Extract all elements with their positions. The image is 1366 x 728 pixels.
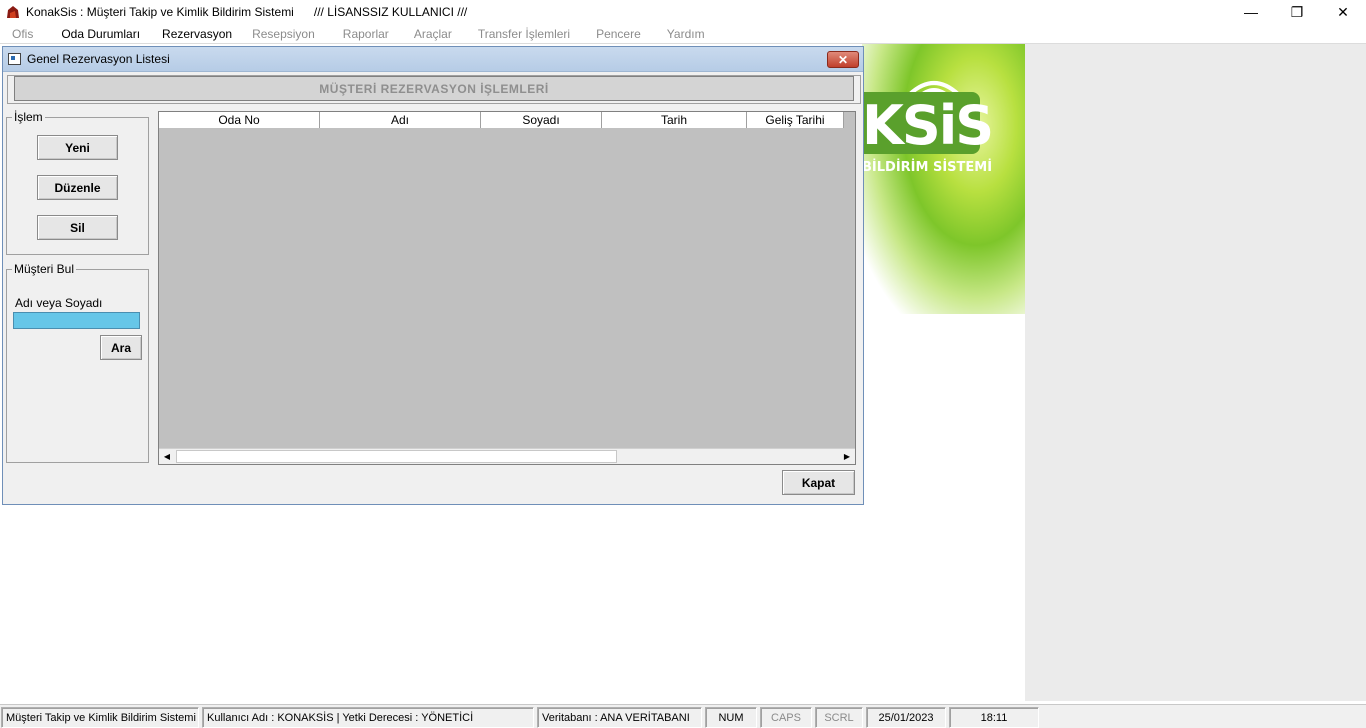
window-title: KonakSis : Müşteri Takip ve Kimlik Bildi…	[26, 5, 294, 19]
status-user: Kullanıcı Adı : KONAKSİS | Yetki Dereces…	[202, 707, 534, 728]
menu-raporlar[interactable]: Raporlar	[333, 27, 399, 41]
status-scrl: SCRL	[815, 707, 863, 728]
status-bar: Müşteri Takip ve Kimlik Bildirim Sistemi…	[0, 704, 1366, 728]
dialog-title-bar: Genel Rezervasyon Listesi ✕	[3, 47, 863, 72]
search-legend: Müşteri Bul	[12, 262, 77, 276]
edit-button[interactable]: Düzenle	[37, 175, 118, 200]
app-logo-icon	[6, 5, 20, 19]
grid-header: Oda No Adı Soyadı Tarih Geliş Tarihi	[159, 112, 844, 128]
col-adi[interactable]: Adı	[320, 112, 481, 128]
new-button[interactable]: Yeni	[37, 135, 118, 160]
menu-resepsiyon[interactable]: Resepsiyon	[242, 27, 325, 41]
search-button[interactable]: Ara	[100, 335, 142, 360]
mdi-empty-region	[1025, 44, 1366, 701]
close-window-button[interactable]: ✕	[1320, 0, 1366, 24]
status-num: NUM	[705, 707, 757, 728]
restore-button[interactable]: ❐	[1274, 0, 1320, 24]
dialog-close-button[interactable]: ✕	[827, 51, 859, 68]
license-label: /// LİSANSSIZ KULLANICI ///	[313, 5, 468, 19]
name-search-input[interactable]	[13, 312, 140, 329]
name-field-label: Adı veya Soyadı	[15, 296, 103, 310]
scroll-right-icon[interactable]: ▶	[839, 449, 855, 464]
dialog-title: Genel Rezervasyon Listesi	[27, 52, 170, 66]
menu-rezervasyon[interactable]: Rezervasyon	[152, 27, 242, 41]
menu-ofis[interactable]: Ofis	[2, 27, 43, 41]
horizontal-scrollbar[interactable]: ◀ ▶	[159, 448, 855, 464]
menu-araclar[interactable]: Araçlar	[404, 27, 462, 41]
title-bar: KonakSis : Müşteri Takip ve Kimlik Bildi…	[0, 0, 1366, 24]
status-caps: CAPS	[760, 707, 812, 728]
menu-oda-durumlari[interactable]: Oda Durumları	[51, 27, 150, 41]
scroll-left-icon[interactable]: ◀	[159, 449, 175, 464]
section-banner: MÜŞTERİ REZERVASYON İŞLEMLERİ	[14, 76, 854, 101]
status-date: 25/01/2023	[866, 707, 946, 728]
col-gelis-tarihi[interactable]: Geliş Tarihi	[747, 112, 844, 128]
background-logo: KSiS BİLDİRİM SİSTEMİ	[862, 44, 1025, 314]
window-icon	[8, 53, 21, 65]
close-dialog-button[interactable]: Kapat	[782, 470, 855, 495]
scroll-thumb[interactable]	[176, 450, 617, 463]
menu-yardim[interactable]: Yardım	[657, 27, 715, 41]
delete-button[interactable]: Sil	[37, 215, 118, 240]
menu-bar: Ofis Oda Durumları Rezervasyon Resepsiyo…	[0, 24, 1366, 44]
col-oda-no[interactable]: Oda No	[159, 112, 320, 128]
status-time: 18:11	[949, 707, 1039, 728]
minimize-button[interactable]: —	[1228, 0, 1274, 24]
status-app-name: Müşteri Takip ve Kimlik Bildirim Sistemi	[1, 707, 199, 728]
logo-text: KSiS	[862, 94, 994, 157]
menu-pencere[interactable]: Pencere	[586, 27, 651, 41]
islem-legend: İşlem	[12, 110, 45, 124]
col-soyadi[interactable]: Soyadı	[481, 112, 602, 128]
menu-transfer[interactable]: Transfer İşlemleri	[468, 27, 580, 41]
reservation-list-window: Genel Rezervasyon Listesi ✕ MÜŞTERİ REZE…	[2, 46, 864, 505]
col-tarih[interactable]: Tarih	[602, 112, 747, 128]
status-database: Veritabanı : ANA VERİTABANI	[537, 707, 702, 728]
reservation-grid[interactable]: Oda No Adı Soyadı Tarih Geliş Tarihi ◀ ▶	[158, 111, 856, 465]
logo-subtitle: BİLDİRİM SİSTEMİ	[862, 160, 993, 175]
